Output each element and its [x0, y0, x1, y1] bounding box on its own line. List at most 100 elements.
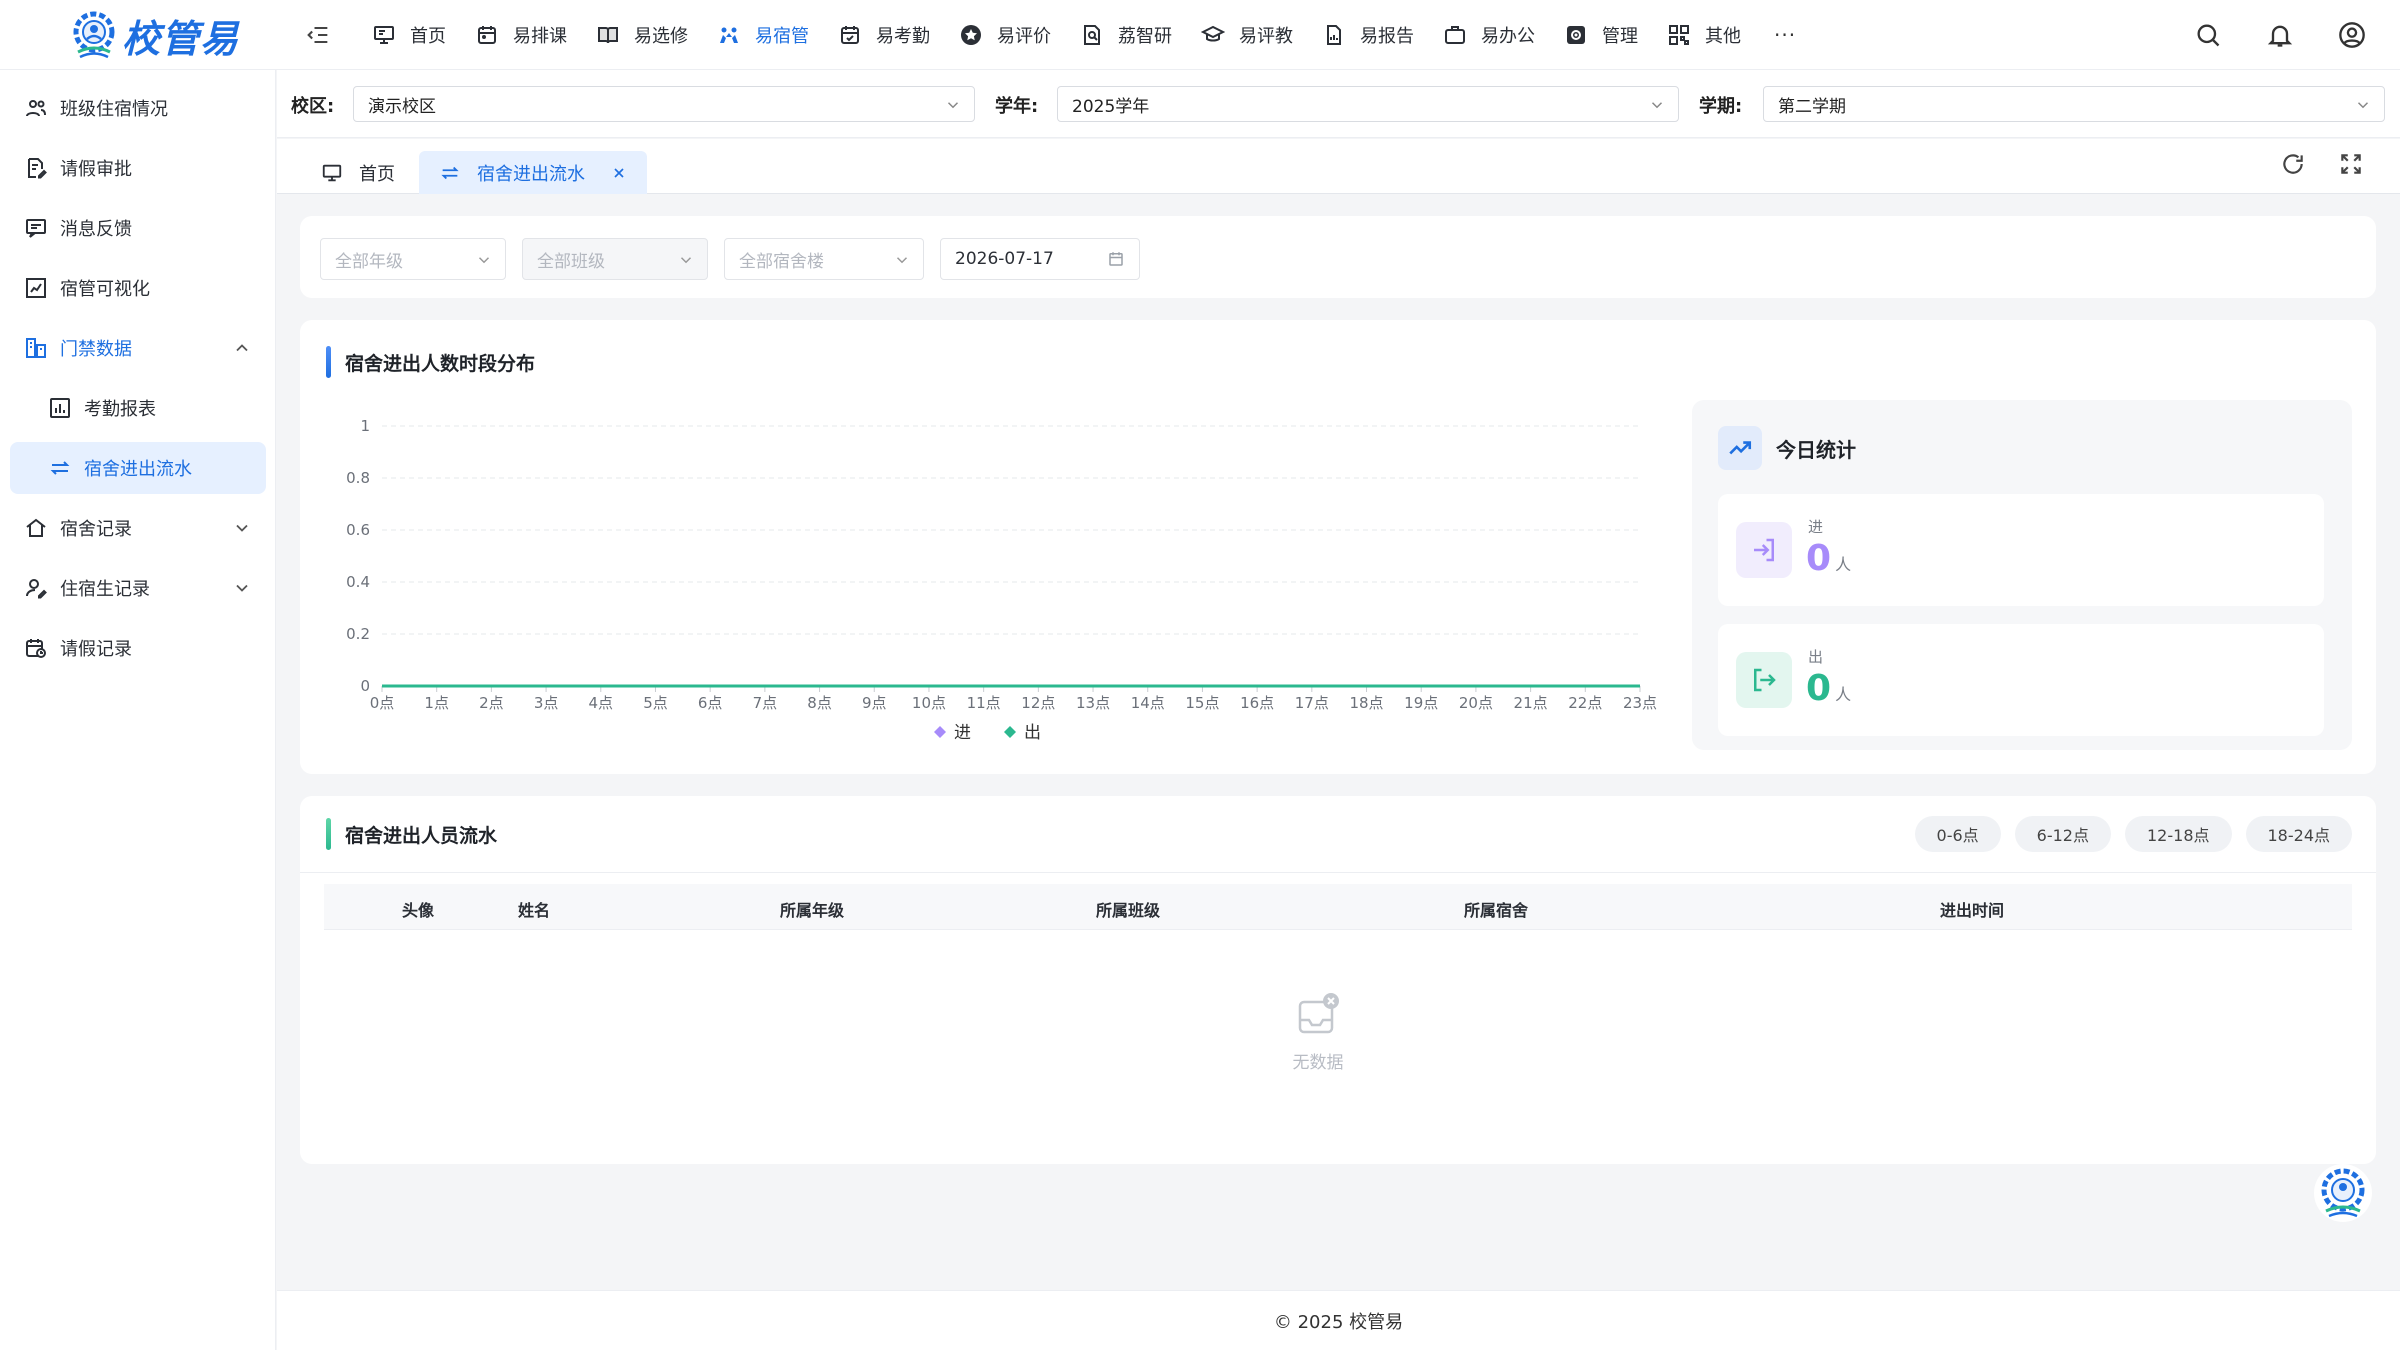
sidebar: 班级住宿情况 请假审批 消息反馈 宿管可视化 门禁数据 考勤报表 宿舍进出流水 …	[0, 70, 276, 1350]
swap-icon	[441, 166, 459, 179]
column-header[interactable]: 所属年级	[780, 897, 844, 921]
date-picker[interactable]: 2026-07-17	[940, 238, 1140, 280]
nav-more-button[interactable]: ···	[1774, 23, 1796, 47]
y-tick-label: 0.2	[346, 625, 370, 643]
floating-assistant-icon[interactable]	[2312, 1162, 2374, 1224]
column-header[interactable]: 头像	[402, 897, 434, 921]
x-tick-label: 0点	[370, 694, 395, 712]
x-tick-label: 15点	[1185, 694, 1219, 712]
legend-marker	[934, 726, 946, 738]
nav-item-evaluation[interactable]: 易评价	[959, 0, 1080, 70]
top-actions	[2150, 0, 2366, 70]
title-accent-bar	[326, 346, 331, 378]
class-select[interactable]: 全部班级	[522, 238, 708, 280]
column-header[interactable]: 进出时间	[1940, 897, 2004, 921]
nav-item-teaching-eval[interactable]: 易评教	[1201, 0, 1322, 70]
nav-item-office[interactable]: 易办公	[1443, 0, 1564, 70]
sidebar-item-dorm-records[interactable]: 宿舍记录	[10, 502, 266, 554]
top-navbar: 校管易 首页 易排课 易选修 易宿管 易考勤 易评价 荔智研 易评教 易报告 易…	[0, 0, 2400, 70]
bar-chart-icon	[50, 398, 70, 418]
bell-icon[interactable]	[2266, 21, 2294, 49]
calendar-clock-icon	[26, 639, 46, 658]
stat-out-value: 0	[1806, 668, 1832, 709]
sidebar-item-class-housing[interactable]: 班级住宿情况	[10, 82, 266, 134]
sidebar-item-label: 门禁数据	[60, 339, 132, 360]
nav-item-other[interactable]: 其他	[1667, 0, 1770, 70]
building-select[interactable]: 全部宿舍楼	[724, 238, 924, 280]
research-icon	[1084, 25, 1100, 45]
chevron-down-icon	[2357, 102, 2369, 109]
tab-dorm-flow[interactable]: 宿舍进出流水	[419, 151, 647, 194]
time-range-button[interactable]: 12-18点	[2125, 816, 2232, 852]
close-icon[interactable]	[611, 165, 627, 181]
term-select[interactable]: 第二学期	[1763, 86, 2385, 122]
calendar-check-icon	[841, 26, 859, 44]
x-tick-label: 13点	[1076, 694, 1110, 712]
sidebar-item-leave-records[interactable]: 请假记录	[10, 622, 266, 674]
collapse-menu-icon[interactable]	[304, 21, 332, 49]
stat-in-value-wrap: 0人	[1806, 538, 1851, 579]
nav-item-research[interactable]: 荔智研	[1080, 0, 1201, 70]
x-tick-label: 16点	[1240, 694, 1274, 712]
time-distribution-chart: 00.20.40.60.810点 1点 2点 3点 4点 5点 6点 7点 8点 9点 10点 11点…	[346, 417, 1657, 743]
stats-header: 今日统计	[1718, 426, 1856, 470]
grade-select[interactable]: 全部年级	[320, 238, 506, 280]
fullscreen-icon[interactable]	[2338, 151, 2364, 177]
sidebar-item-label: 班级住宿情况	[60, 99, 168, 120]
sign-in-icon	[1736, 522, 1792, 578]
nav-item-elective[interactable]: 易选修	[596, 0, 717, 70]
time-range-button[interactable]: 6-12点	[2014, 816, 2111, 852]
time-range-button[interactable]: 0-6点	[1914, 816, 2001, 852]
stat-out-box: 出 0人	[1718, 624, 2324, 736]
sidebar-item-attendance-report[interactable]: 考勤报表	[10, 382, 266, 434]
nav-item-report[interactable]: 易报告	[1322, 0, 1443, 70]
nav-item-label: 易考勤	[876, 26, 930, 47]
trend-icon	[1718, 426, 1762, 470]
column-header[interactable]: 所属班级	[1096, 897, 1160, 921]
nav-item-dorm[interactable]: 易宿管	[717, 0, 838, 70]
sidebar-item-resident-records[interactable]: 住宿生记录	[10, 562, 266, 614]
search-icon[interactable]	[2194, 21, 2222, 49]
sidebar-item-leave-approval[interactable]: 请假审批	[10, 142, 266, 194]
user-avatar-icon[interactable]	[2338, 21, 2366, 49]
column-header[interactable]: 姓名	[518, 897, 550, 921]
time-range-button[interactable]: 18-24点	[2245, 816, 2352, 852]
x-tick-label: 1点	[424, 694, 449, 712]
stat-in-unit: 人	[1835, 555, 1852, 574]
sidebar-item-visualization[interactable]: 宿管可视化	[10, 262, 266, 314]
nav-item-label: 首页	[410, 26, 446, 47]
x-tick-label: 3点	[534, 694, 559, 712]
sidebar-item-label: 消息反馈	[60, 219, 132, 240]
nav-item-attendance[interactable]: 易考勤	[838, 0, 959, 70]
campus-label: 校区:	[291, 96, 335, 117]
nav-item-schedule[interactable]: 易排课	[475, 0, 596, 70]
nav-item-label: 易评价	[997, 26, 1051, 47]
x-tick-label: 2点	[479, 694, 504, 712]
logo-gear-icon	[73, 11, 115, 59]
empty-inbox-icon	[1298, 993, 1339, 1034]
nav-item-admin[interactable]: 管理	[1564, 0, 1667, 70]
refresh-icon[interactable]	[2280, 151, 2306, 177]
tab-tools	[2248, 151, 2364, 177]
campus-select[interactable]: 演示校区	[353, 86, 975, 122]
empty-state: 无数据	[1258, 990, 1378, 1073]
stat-out-unit: 人	[1835, 685, 1852, 704]
x-tick-label: 23点	[1623, 694, 1657, 712]
nav-item-label: 其他	[1705, 26, 1741, 47]
chart-icon	[26, 278, 46, 298]
column-header[interactable]: 所属宿舍	[1464, 897, 1528, 921]
nav-item-label: 易选修	[634, 26, 688, 47]
chevron-down-icon	[1651, 102, 1663, 109]
settings-icon	[1567, 26, 1585, 44]
sidebar-item-dorm-flow[interactable]: 宿舍进出流水	[10, 442, 266, 494]
stat-out-label: 出	[1808, 648, 1824, 666]
tab-home[interactable]: 首页	[301, 151, 415, 194]
table-header: 头像 姓名 所属年级 所属班级 所属宿舍 进出时间	[324, 884, 2352, 930]
footer: © 2025 校管易	[277, 1290, 2400, 1350]
sidebar-item-feedback[interactable]: 消息反馈	[10, 202, 266, 254]
nav-item-home[interactable]: 首页	[372, 0, 475, 70]
sidebar-item-access-data[interactable]: 门禁数据	[10, 322, 266, 374]
app-logo[interactable]: 校管易	[68, 5, 240, 65]
year-select[interactable]: 2025学年	[1057, 86, 1679, 122]
copyright-text: © 2025 校管易	[1273, 1311, 1404, 1333]
